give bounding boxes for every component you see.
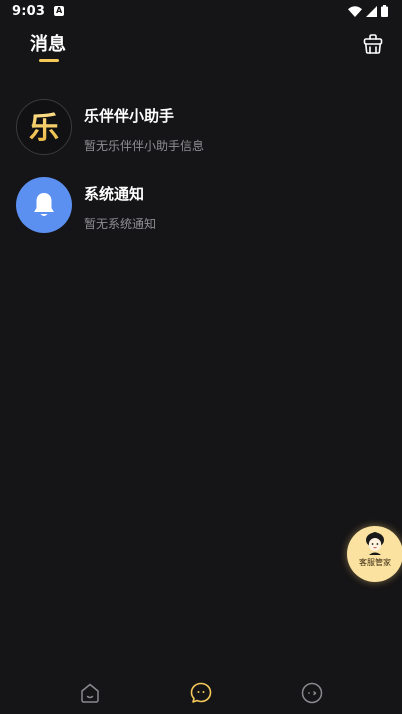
- bottom-nav: [0, 672, 402, 714]
- nav-home[interactable]: [75, 678, 105, 708]
- status-time: 9:03: [12, 3, 46, 19]
- status-bar: 9:03 A: [0, 0, 402, 22]
- bell-icon: [34, 193, 54, 216]
- message-title: 乐伴伴小助手: [84, 107, 175, 125]
- header: 消息: [0, 22, 402, 72]
- message-subtitle: 暂无乐伴伴小助手信息: [84, 139, 205, 153]
- clean-button[interactable]: [360, 31, 386, 57]
- a-notification-icon: A: [54, 6, 65, 16]
- message-subtitle: 暂无系统通知: [84, 217, 157, 231]
- avatar: [16, 177, 72, 233]
- nav-profile[interactable]: [297, 678, 327, 708]
- home-icon: [80, 683, 99, 703]
- signal-icon: [366, 5, 377, 17]
- nav-message[interactable]: [186, 678, 216, 708]
- page-title[interactable]: 消息: [30, 30, 66, 56]
- svg-text:乐: 乐: [29, 111, 59, 144]
- message-list: 乐 乐伴伴小助手 暂无乐伴伴小助手信息 系统通知 暂无系统通知: [0, 94, 402, 250]
- message-icon: [190, 682, 212, 703]
- app-logo-icon: 乐: [29, 111, 59, 144]
- wifi-icon: [348, 5, 362, 17]
- title-active-indicator: [39, 59, 59, 62]
- status-right: [348, 5, 388, 17]
- customer-service-avatar-icon: [366, 532, 384, 555]
- customer-service-label: 客服管家: [359, 558, 391, 567]
- clean-basket-icon: [363, 34, 383, 54]
- avatar: 乐: [16, 99, 72, 155]
- status-left: 9:03 A: [12, 3, 65, 19]
- message-title: 系统通知: [84, 185, 145, 203]
- customer-service-button[interactable]: 客服管家: [347, 526, 402, 582]
- list-item-assistant[interactable]: 乐 乐伴伴小助手 暂无乐伴伴小助手信息: [0, 94, 402, 172]
- profile-icon: [302, 682, 323, 704]
- battery-icon: [381, 5, 388, 17]
- list-item-system-notice[interactable]: 系统通知 暂无系统通知: [0, 172, 402, 250]
